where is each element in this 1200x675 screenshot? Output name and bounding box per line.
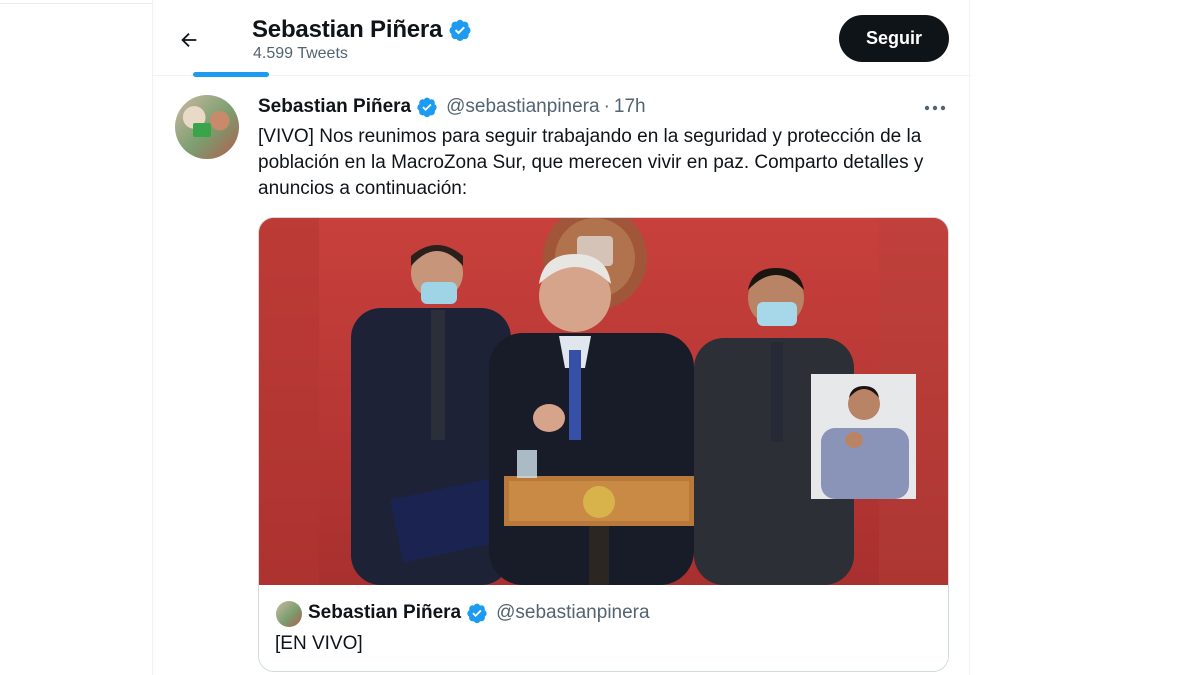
quoted-tweet-header: Sebastian Piñera @sebastianpinera [308,602,650,624]
header-title-row: Sebastian Piñera [252,16,472,44]
separator-dot: · [603,96,610,117]
quoted-author-name: Sebastian Piñera [308,602,462,623]
verified-badge-icon [467,603,487,624]
profile-name: Sebastian Piñera [252,16,443,43]
tweet-timestamp[interactable]: 17h [614,96,646,118]
quoted-handle: @sebastianpinera [496,602,650,623]
avatar[interactable] [175,95,239,159]
timeline-column: Sebastian Piñera 4.599 Tweets Seguir Seb… [152,0,971,675]
more-horizontal-icon [924,105,946,111]
tab-indicator [193,72,269,77]
press-conference-image [259,218,948,585]
verified-badge-icon [449,19,471,41]
quoted-tweet-text: [EN VIVO] [275,633,363,654]
arrow-left-icon [181,32,197,48]
follow-button[interactable]: Seguir [839,15,949,62]
tweet-handle[interactable]: @sebastianpinera [446,96,599,118]
tweet-author-name[interactable]: Sebastian Piñera [258,96,411,118]
quoted-tweet-card[interactable]: Sebastian Piñera @sebastianpinera [EN VI… [258,217,949,672]
back-button[interactable] [175,26,203,54]
tweet-header: Sebastian Piñera @sebastianpinera · 17h [258,96,646,118]
video-thumbnail[interactable] [259,218,948,585]
quoted-avatar [276,601,302,627]
tweet-text: [VIVO] Nos reunimos para seguir trabajan… [258,126,924,199]
profile-header: Sebastian Piñera 4.599 Tweets Seguir [153,4,971,77]
quoted-tweet[interactable]: Sebastian Piñera @sebastianpinera [EN VI… [259,585,948,671]
verified-badge-icon [417,97,437,118]
more-button[interactable] [921,98,949,118]
tweet-count: 4.599 Tweets [253,45,348,62]
